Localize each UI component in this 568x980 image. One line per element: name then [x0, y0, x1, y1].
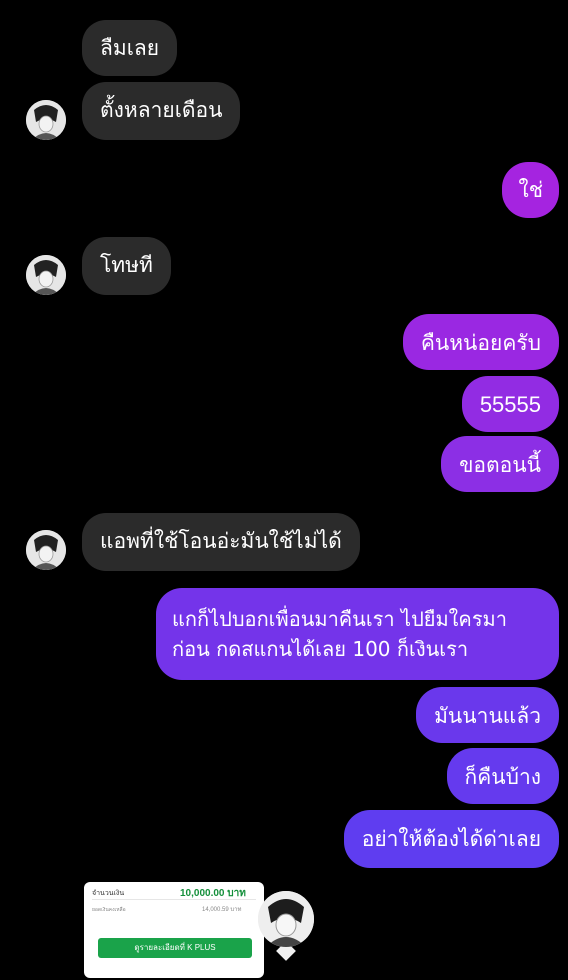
- receipt-balance-value: 14,000.59 บาท: [202, 907, 242, 913]
- message-incoming[interactable]: โทษที: [82, 237, 171, 295]
- avatar-icon[interactable]: [26, 530, 66, 570]
- receipt-divider: [92, 899, 256, 900]
- message-outgoing[interactable]: อย่าให้ต้องได้ด่าเลย: [343, 810, 559, 868]
- message-outgoing[interactable]: ใช่: [502, 162, 559, 218]
- message-outgoing[interactable]: แกก็ไปบอกเพื่อนมาคืนเรา ไปยืมใครมาก่อน ก…: [156, 588, 559, 680]
- transfer-receipt-image[interactable]: จำนวนเงิน 10,000.00 บาท ยอดเงินคงเหลือ 1…: [84, 882, 264, 978]
- message-outgoing[interactable]: ก็คืนบ้าง: [446, 748, 559, 804]
- message-outgoing[interactable]: 55555: [461, 376, 559, 432]
- message-outgoing[interactable]: คืนหน่อยครับ: [402, 314, 559, 370]
- message-incoming[interactable]: ลืมเลย: [82, 20, 178, 76]
- avatar-icon[interactable]: [26, 255, 66, 295]
- avatar-icon[interactable]: [258, 891, 314, 947]
- receipt-amount-label: จำนวนเงิน: [92, 890, 125, 897]
- message-outgoing[interactable]: ขอตอนนี้: [441, 436, 559, 492]
- message-outgoing[interactable]: มันนานแล้ว: [416, 687, 559, 743]
- avatar-icon[interactable]: [26, 100, 66, 140]
- message-incoming[interactable]: ตั้งหลายเดือน: [82, 82, 241, 140]
- receipt-kplus-button[interactable]: ดูรายละเอียดที่ K PLUS: [98, 938, 252, 958]
- receipt-balance-label: ยอดเงินคงเหลือ: [92, 907, 126, 913]
- message-incoming[interactable]: แอพที่ใช้โอนอ่ะมันใช้ไม่ได้: [82, 513, 360, 571]
